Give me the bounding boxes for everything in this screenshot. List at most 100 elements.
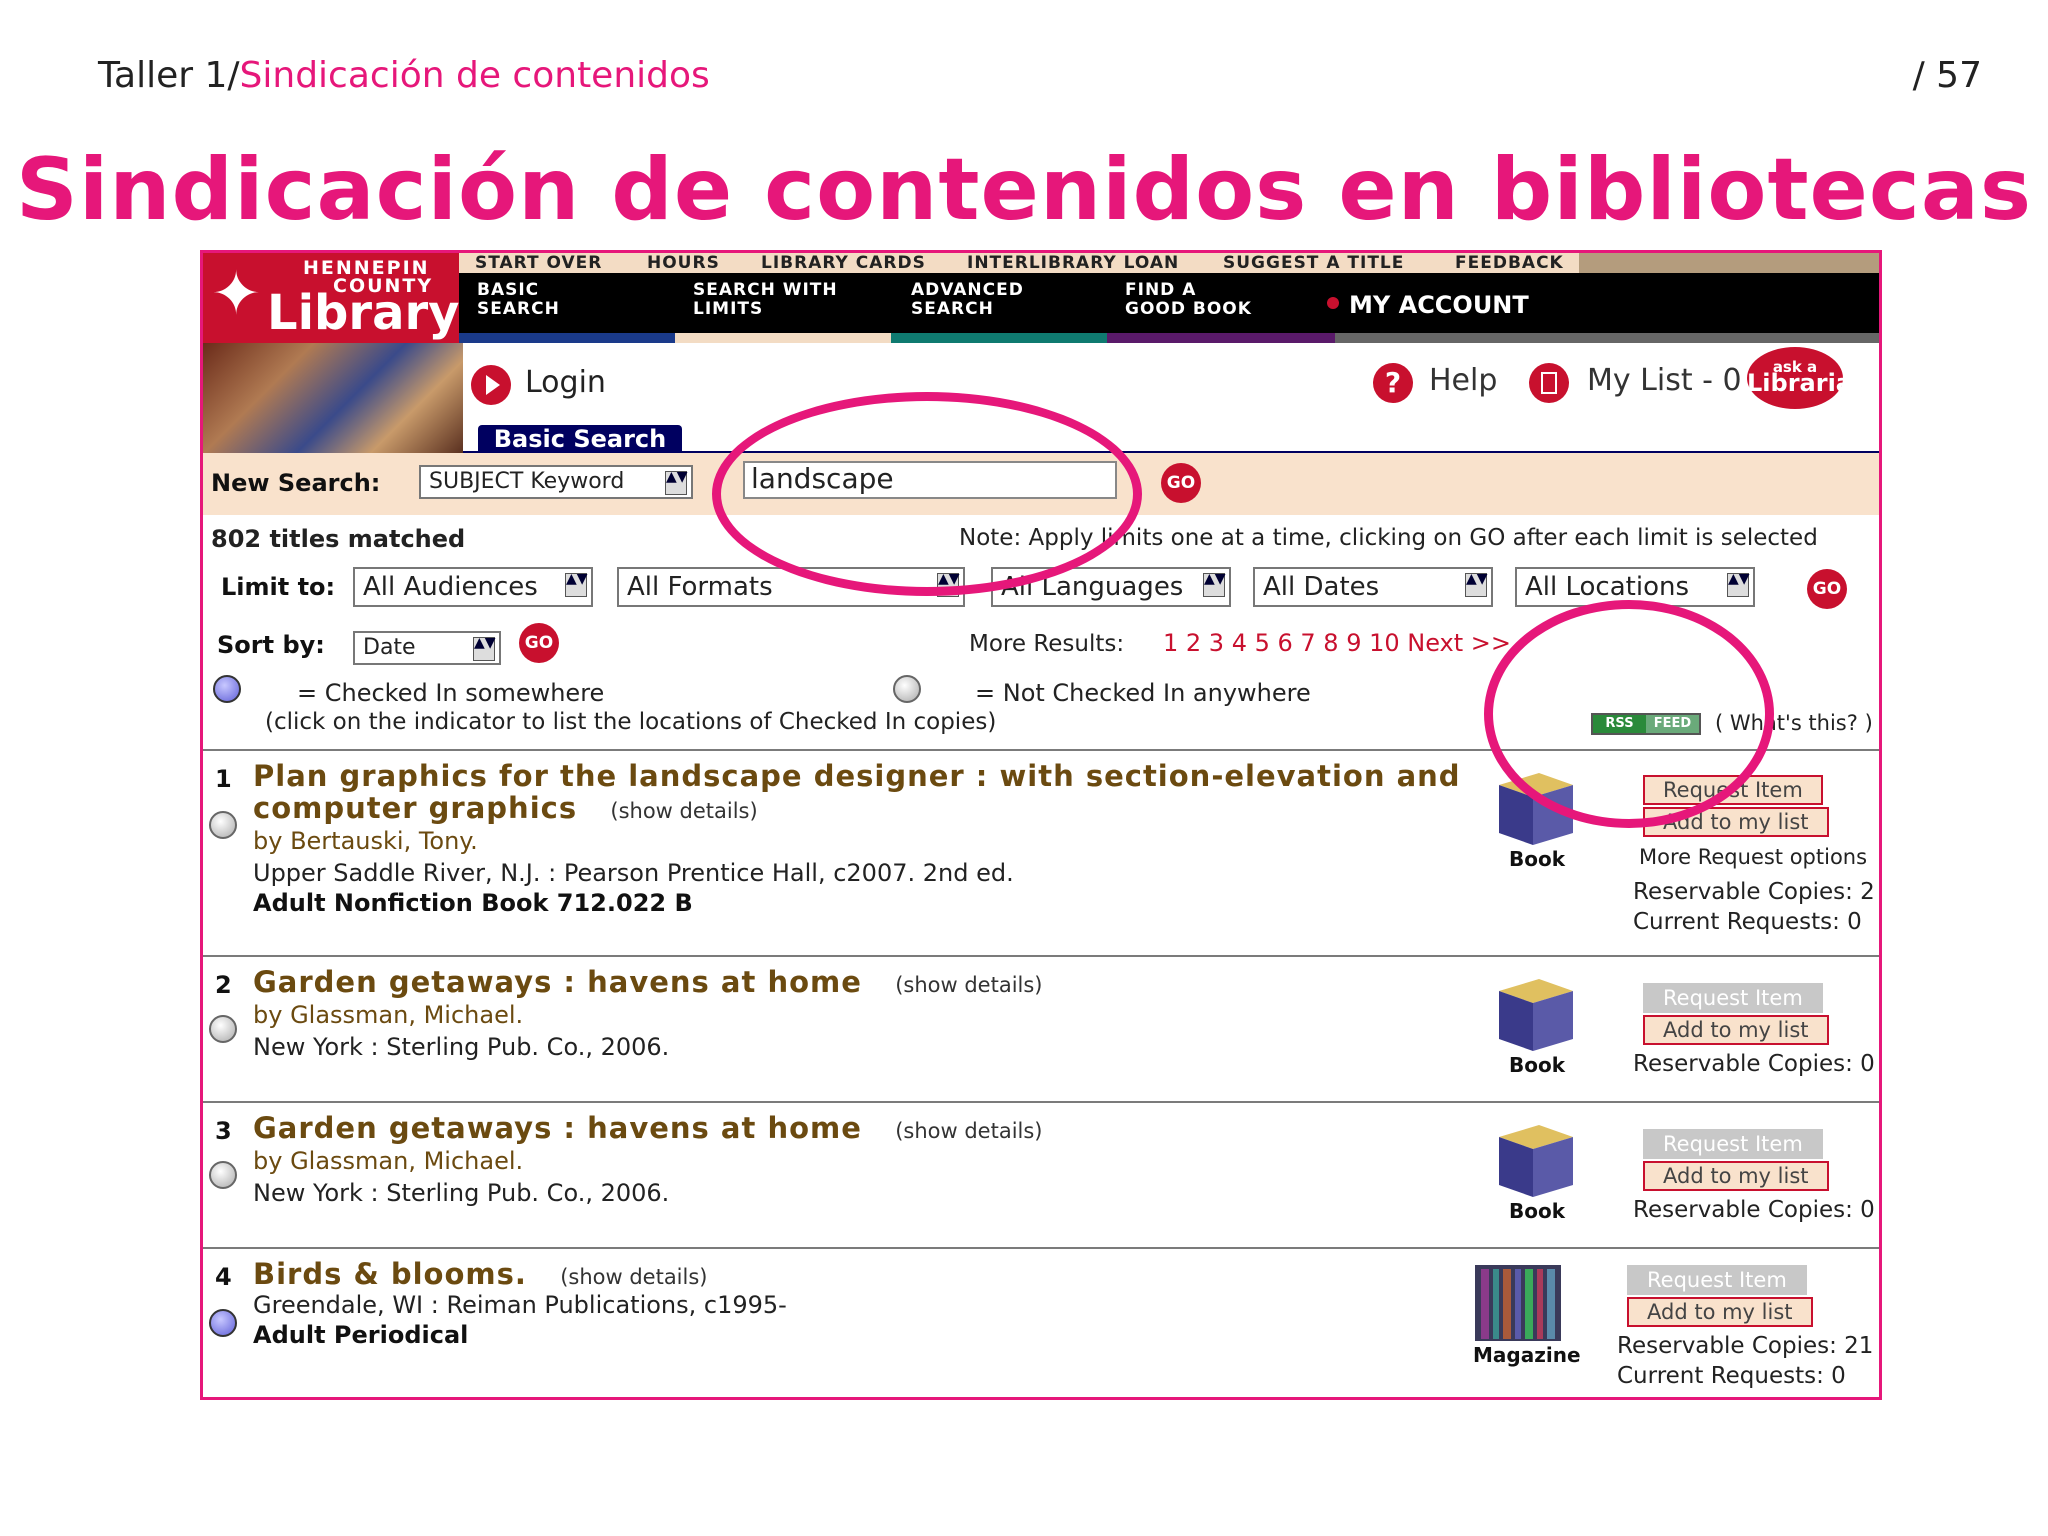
result-title-line2: computer graphics bbox=[253, 791, 578, 825]
toplink-interlibrary-loan[interactable]: INTERLIBRARY LOAN bbox=[967, 253, 1179, 273]
my-list-link[interactable]: My List - 0 bbox=[1587, 363, 1742, 398]
result-call-number: Adult Periodical bbox=[253, 1321, 469, 1349]
nav-my-account[interactable]: MY ACCOUNT bbox=[1349, 291, 1529, 319]
result-title[interactable]: Garden getaways : havens at home bbox=[253, 965, 862, 999]
rss-feed-highlight-circle bbox=[1484, 600, 1774, 828]
request-item-button-disabled: Request Item bbox=[1627, 1265, 1807, 1295]
top-links: START OVER HOURS LIBRARY CARDS INTERLIBR… bbox=[459, 253, 1579, 273]
show-details-link[interactable]: (show details) bbox=[610, 799, 757, 823]
my-list-icon[interactable] bbox=[1529, 363, 1569, 403]
indicator-instructions: (click on the indicator to list the loca… bbox=[265, 709, 997, 735]
nav-search-with-limits[interactable]: SEARCH WITH LIMITS bbox=[693, 281, 838, 319]
author-link[interactable]: by Bertauski, Tony. bbox=[253, 827, 478, 855]
add-to-list-button[interactable]: Add to my list bbox=[1643, 1161, 1829, 1191]
library-logo[interactable]: ✦ HENNEPIN COUNTY Library bbox=[203, 253, 459, 343]
result-title[interactable]: Garden getaways : havens at home bbox=[253, 1111, 862, 1145]
checked-in-indicator-icon bbox=[213, 675, 241, 703]
result-number: 3 bbox=[215, 1117, 232, 1145]
checked-in-legend: = Checked In somewhere bbox=[297, 679, 605, 707]
reservable-copies: Reservable Copies: 0 bbox=[1633, 1051, 1875, 1077]
ask-bottom: Librarian bbox=[1747, 369, 1870, 397]
add-to-list-button[interactable]: Add to my list bbox=[1643, 1015, 1829, 1045]
result-author: by Glassman, Michael. bbox=[253, 1147, 523, 1175]
result-divider bbox=[203, 1247, 1879, 1249]
reservable-copies: Reservable Copies: 2 bbox=[1633, 879, 1875, 905]
result-call-number: Adult Nonfiction Book 712.022 B bbox=[253, 889, 693, 917]
main-nav: BASIC SEARCH SEARCH WITH LIMITS ADVANCED… bbox=[459, 273, 1879, 343]
nav-advanced-search[interactable]: ADVANCED SEARCH bbox=[911, 281, 1024, 319]
format-value: All Formats bbox=[627, 572, 773, 602]
page-number: / 57 bbox=[1912, 55, 1982, 96]
nav-basic-search[interactable]: BASIC SEARCH bbox=[477, 281, 560, 319]
book-icon bbox=[1489, 1119, 1579, 1199]
result-divider bbox=[203, 955, 1879, 957]
select-arrows-icon: ▲▼ bbox=[665, 470, 688, 495]
reservable-copies: Reservable Copies: 0 bbox=[1633, 1197, 1875, 1223]
nav-stripe-purple bbox=[1107, 333, 1335, 343]
not-checked-legend: = Not Checked In anywhere bbox=[975, 679, 1311, 707]
pagination[interactable]: 1 2 3 4 5 6 7 8 9 10 Next >> bbox=[1163, 629, 1511, 657]
logo-line3: Library bbox=[267, 285, 460, 341]
date-value: All Dates bbox=[1263, 572, 1380, 602]
limit-go-button[interactable]: GO bbox=[1807, 569, 1847, 609]
result-title[interactable]: Birds & blooms. bbox=[253, 1257, 527, 1291]
sort-go-button[interactable]: GO bbox=[519, 623, 559, 663]
result-number: 2 bbox=[215, 971, 232, 999]
login-arrow-icon[interactable] bbox=[471, 365, 511, 405]
toplink-feedback[interactable]: FEEDBACK bbox=[1455, 253, 1564, 273]
login-link[interactable]: Login bbox=[525, 365, 606, 400]
format-type: Book bbox=[1509, 1053, 1566, 1077]
format-type: Magazine bbox=[1473, 1343, 1581, 1367]
tab-basic-search[interactable]: Basic Search bbox=[478, 425, 682, 453]
add-to-list-button[interactable]: Add to my list bbox=[1627, 1297, 1813, 1327]
search-go-button[interactable]: GO bbox=[1161, 463, 1201, 503]
availability-indicator-icon[interactable] bbox=[209, 1161, 237, 1189]
show-details-link[interactable]: (show details) bbox=[895, 973, 1042, 997]
book-icon bbox=[1489, 973, 1579, 1053]
magazine-icon bbox=[1473, 1263, 1563, 1343]
search-type-select[interactable]: SUBJECT Keyword ▲▼ bbox=[419, 465, 693, 499]
request-item-button-disabled: Request Item bbox=[1643, 1129, 1823, 1159]
toplink-start-over[interactable]: START OVER bbox=[475, 253, 602, 273]
select-arrows-icon: ▲▼ bbox=[1727, 572, 1750, 597]
nav-find-good-book[interactable]: FIND A GOOD BOOK bbox=[1125, 281, 1252, 319]
location-value: All Locations bbox=[1525, 572, 1690, 602]
toplink-library-cards[interactable]: LIBRARY CARDS bbox=[761, 253, 926, 273]
result-title-row[interactable]: Garden getaways : havens at home (show d… bbox=[253, 965, 1043, 999]
result-publication: New York : Sterling Pub. Co., 2006. bbox=[253, 1179, 670, 1207]
toplink-suggest-title[interactable]: SUGGEST A TITLE bbox=[1223, 253, 1404, 273]
availability-indicator-icon[interactable] bbox=[209, 1015, 237, 1043]
help-link[interactable]: Help bbox=[1429, 363, 1497, 398]
help-icon[interactable]: ? bbox=[1373, 363, 1413, 403]
result-title-row[interactable]: Garden getaways : havens at home (show d… bbox=[253, 1111, 1043, 1145]
slide-header: Taller 1/Sindicación de contenidos bbox=[98, 55, 710, 96]
more-request-options-link[interactable]: More Request options bbox=[1639, 845, 1867, 869]
not-checked-indicator-icon bbox=[893, 675, 921, 703]
toplink-hours[interactable]: HOURS bbox=[647, 253, 720, 273]
date-select[interactable]: All Dates ▲▼ bbox=[1253, 567, 1493, 607]
ask-a-librarian-button[interactable]: ask a Librarian bbox=[1747, 347, 1870, 409]
nav-stripe-tan bbox=[675, 333, 891, 343]
show-details-link[interactable]: (show details) bbox=[895, 1119, 1042, 1143]
result-author: by Bertauski, Tony. bbox=[253, 827, 478, 855]
result-title-row[interactable]: Birds & blooms. (show details) bbox=[253, 1257, 708, 1291]
availability-indicator-icon[interactable] bbox=[209, 811, 237, 839]
sort-by-label: Sort by: bbox=[217, 631, 325, 659]
author-link[interactable]: by Glassman, Michael. bbox=[253, 1147, 523, 1175]
logo-figure-icon: ✦ bbox=[211, 259, 262, 329]
search-term-highlight-circle bbox=[712, 392, 1142, 596]
select-arrows-icon: ▲▼ bbox=[1203, 572, 1226, 597]
result-divider bbox=[203, 1101, 1879, 1103]
result-title-cont[interactable]: computer graphics (show details) bbox=[253, 791, 758, 825]
nav-stripe-blue bbox=[459, 333, 675, 343]
result-publication: Greendale, WI : Reiman Publications, c19… bbox=[253, 1291, 787, 1319]
utility-bar: Login ? Help My List - 0 ask a Librarian… bbox=[463, 343, 1879, 453]
author-link[interactable]: by Glassman, Michael. bbox=[253, 1001, 523, 1029]
nav-stripe-teal bbox=[891, 333, 1107, 343]
nav-stripe-gray bbox=[1335, 333, 1879, 343]
sort-select[interactable]: Date ▲▼ bbox=[353, 631, 501, 665]
result-title[interactable]: Plan graphics for the landscape designer… bbox=[253, 759, 1461, 793]
availability-indicator-icon[interactable] bbox=[209, 1309, 237, 1337]
audience-select[interactable]: All Audiences ▲▼ bbox=[353, 567, 593, 607]
show-details-link[interactable]: (show details) bbox=[560, 1265, 707, 1289]
